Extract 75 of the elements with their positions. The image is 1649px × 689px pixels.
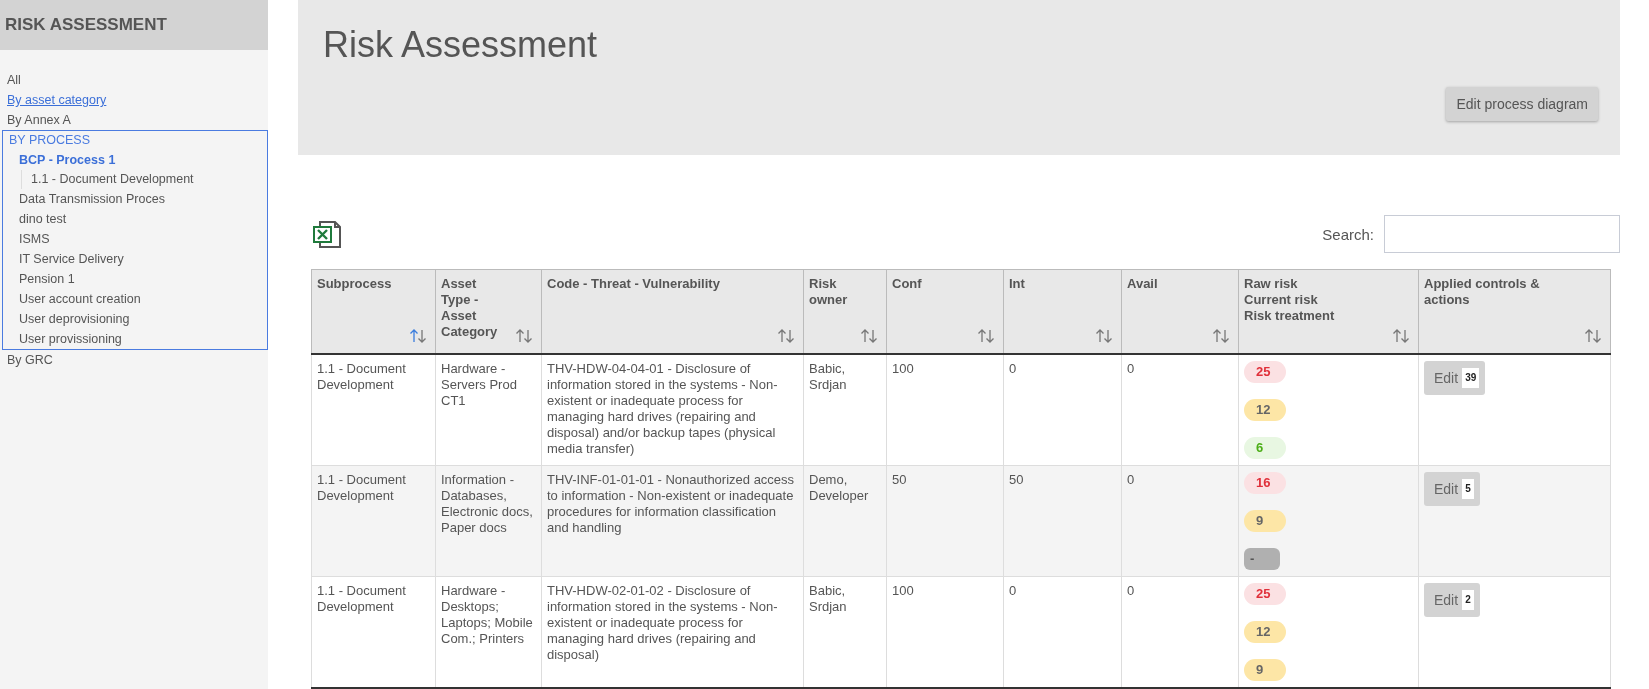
edit-button[interactable]: Edit 2 (1424, 582, 1480, 617)
risk-badge: 9 (1244, 509, 1286, 532)
table-cell: 1.1 - Document Development (311, 465, 436, 576)
table-cell: 0 (1121, 353, 1239, 465)
sort-icon[interactable] (860, 328, 878, 343)
process-item[interactable]: BCP - Process 1 (3, 150, 267, 170)
table-cell: 50 (1003, 465, 1122, 576)
process-item[interactable]: ISMS (3, 229, 267, 249)
subprocess-item[interactable]: 1.1 - Document Development (21, 170, 267, 189)
table-cell: 100 (886, 353, 1004, 465)
table-cell: Babic, Srdjan (803, 576, 887, 688)
risk-badge: - (1244, 547, 1280, 570)
risk-badge: 25 (1244, 360, 1286, 383)
table-cell: THV-INF-01-01-01 - Nonauthorized access to information - Non-existent or inadequate procedures for information classification and handling (541, 465, 804, 576)
process-item[interactable]: dino test (3, 209, 267, 229)
search-field[interactable] (1384, 215, 1620, 253)
column-header[interactable]: Int (1003, 269, 1122, 354)
sort-icon[interactable] (409, 328, 427, 343)
sort-icon[interactable] (1392, 328, 1410, 343)
process-item[interactable]: User deprovisioning (3, 309, 267, 329)
table-cell: Information - Databases, Electronic docs, Paper docs (435, 465, 542, 576)
edit-button[interactable]: Edit 5 (1424, 471, 1480, 506)
sort-icon[interactable] (777, 328, 795, 343)
edit-diagram-button[interactable]: Edit process diagram (1446, 87, 1598, 121)
process-item[interactable]: Data Transmission Proces (3, 189, 267, 209)
column-header[interactable]: Conf (886, 269, 1004, 354)
table-cell: 0 (1003, 353, 1122, 465)
sidebar-item[interactable]: All (0, 70, 268, 90)
column-header[interactable]: Code - Threat - Vulnerability (541, 269, 804, 354)
sort-icon[interactable] (1095, 328, 1113, 343)
process-item[interactable]: Pension 1 (3, 269, 267, 289)
count-badge: 2 (1462, 589, 1474, 610)
table-cell: 0 (1121, 465, 1239, 576)
sidebar-item[interactable]: By GRC (0, 350, 268, 370)
table-cell: Hardware - Desktops; Laptops; Mobile Com.; Printers (435, 576, 542, 688)
table-cell: 0 (1121, 576, 1239, 688)
risk-badge: 12 (1244, 620, 1286, 643)
sidebar-link[interactable]: By asset category (0, 90, 268, 110)
risk-badge: 9 (1244, 658, 1286, 681)
column-header[interactable]: Raw risk Current risk Risk treatment (1238, 269, 1419, 354)
table-cell: Demo, Developer (803, 465, 887, 576)
table-cell: THV-HDW-02-01-02 - Disclosure of information stored in the systems - Non-existent or inadequate process for managing hard drives (repairing and disposal) (541, 576, 804, 688)
table-cell: 1.1 - Document Development (311, 353, 436, 465)
sort-icon[interactable] (977, 328, 995, 343)
risk-badge: 25 (1244, 582, 1286, 605)
edit-button[interactable]: Edit 39 (1424, 360, 1486, 395)
risk-badge: 16 (1244, 471, 1286, 494)
process-item[interactable]: IT Service Delivery (3, 249, 267, 269)
sidebar-item[interactable]: BY PROCESS (3, 131, 267, 150)
table-cell: Hardware - Servers Prod CT1 (435, 353, 542, 465)
sidebar-title: RISK ASSESSMENT (0, 0, 268, 50)
column-header[interactable]: Subprocess (311, 269, 436, 354)
sort-icon[interactable] (1212, 328, 1230, 343)
column-header[interactable]: Risk owner (803, 269, 887, 354)
sort-icon[interactable] (515, 328, 533, 343)
table-cell: THV-HDW-04-04-01 - Disclosure of information stored in the systems - Non-existent or inadequate process for managing hard drives (repairing and disposal) and/or backup tapes (physical media transfer) (541, 353, 804, 465)
count-badge: 39 (1462, 367, 1480, 388)
risk-badge: 6 (1244, 436, 1286, 459)
excel-icon[interactable] (311, 218, 343, 250)
table-cell: Babic, Srdjan (803, 353, 887, 465)
sort-icon[interactable] (1584, 328, 1602, 343)
count-badge: 5 (1462, 478, 1474, 499)
table-cell: 1.1 - Document Development (311, 576, 436, 688)
column-header[interactable]: Applied controls & actions (1418, 269, 1611, 354)
process-item[interactable]: User account creation (3, 289, 267, 309)
process-item[interactable]: User provissioning (3, 329, 267, 349)
sidebar-item[interactable]: By Annex A (0, 110, 268, 130)
search-label: Search: (1322, 225, 1374, 243)
column-header[interactable]: Asset Type - Asset Category (435, 269, 542, 354)
table-cell: 0 (1003, 576, 1122, 688)
risk-badge: 12 (1244, 398, 1286, 421)
page-title: Risk Assessment (323, 24, 599, 66)
column-header[interactable]: Avail (1121, 269, 1239, 354)
table-cell: 50 (886, 465, 1004, 576)
table-cell: 100 (886, 576, 1004, 688)
